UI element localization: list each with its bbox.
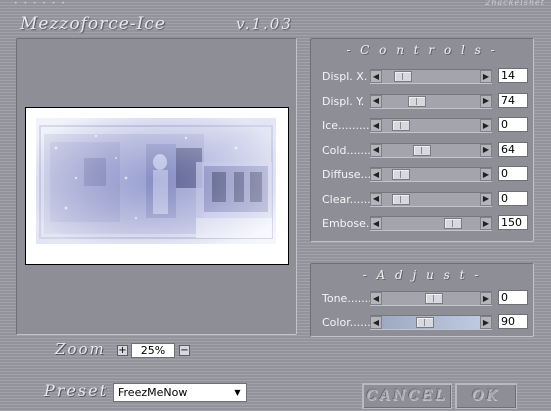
zoom-out-button[interactable]: −	[179, 345, 190, 356]
slider-value-field[interactable]: 90	[498, 314, 528, 329]
chevron-down-icon[interactable]: ▼	[231, 386, 244, 399]
titlebar-dots: • • • • • •	[14, 0, 67, 7]
zoom-value-field[interactable]: 25%	[131, 343, 175, 358]
slider-label: Diffuse....	[322, 168, 375, 181]
slider-row: Displ. Y. ◀ ▶ 74	[311, 92, 533, 109]
slider-thumb[interactable]	[425, 293, 443, 304]
slider-row: Ice......... ◀ ▶ 0	[311, 117, 533, 133]
slider-value-field[interactable]: 0	[498, 290, 528, 305]
preview-image[interactable]	[36, 118, 276, 244]
slider-value-field[interactable]: 14	[498, 68, 528, 83]
arrow-left-icon[interactable]: ◀	[370, 119, 382, 132]
arrow-right-icon[interactable]: ▶	[480, 292, 492, 305]
slider-track[interactable]: ◀ ▶	[370, 118, 492, 133]
slider-thumb[interactable]	[444, 218, 462, 229]
slider-track[interactable]: ◀ ▶	[370, 167, 492, 182]
slider-track[interactable]: ◀ ▶	[370, 315, 492, 330]
slider-thumb[interactable]	[392, 120, 410, 131]
zoom-label: Zoom	[55, 340, 106, 358]
preset-selected-value: FreezMeNow	[118, 386, 188, 399]
arrow-right-icon[interactable]: ▶	[480, 70, 492, 83]
slider-label: Displ. X.	[322, 70, 368, 83]
slider-thumb[interactable]	[392, 193, 410, 205]
arrow-right-icon[interactable]: ▶	[480, 192, 492, 206]
slider-thumb[interactable]	[416, 317, 434, 328]
preset-dropdown[interactable]: FreezMeNow ▼	[113, 383, 247, 402]
arrow-right-icon[interactable]: ▶	[480, 168, 492, 181]
slider-label: Ice.........	[322, 119, 370, 132]
arrow-left-icon[interactable]: ◀	[370, 168, 382, 181]
arrow-left-icon[interactable]: ◀	[370, 192, 382, 206]
arrow-left-icon[interactable]: ◀	[370, 217, 382, 230]
slider-label: Clear.......	[322, 192, 375, 206]
preview-panel	[16, 38, 297, 335]
controls-panel: - C o n t r o l s - Displ. X. ◀ ▶ 14 Displ. …	[310, 38, 534, 242]
slider-track[interactable]: ◀ ▶	[370, 191, 492, 207]
slider-row: Cold....... ◀ ▶ 64	[311, 141, 533, 158]
slider-row: Color....... ◀ ▶ 90	[311, 314, 533, 330]
arrow-right-icon[interactable]: ▶	[480, 94, 492, 108]
slider-track[interactable]: ◀ ▶	[370, 142, 492, 158]
arrow-right-icon[interactable]: ▶	[480, 143, 492, 157]
arrow-left-icon[interactable]: ◀	[370, 143, 382, 157]
slider-value-field[interactable]: 0	[498, 190, 528, 206]
slider-thumb[interactable]	[413, 144, 431, 156]
slider-row: Diffuse.... ◀ ▶ 0	[311, 166, 533, 182]
slider-track[interactable]: ◀ ▶	[370, 216, 492, 231]
slider-label: Displ. Y.	[322, 94, 365, 108]
adjust-heading: - A d j u s t -	[362, 268, 482, 282]
arrow-left-icon[interactable]: ◀	[370, 292, 382, 305]
cancel-button[interactable]: CANCEL	[362, 383, 452, 409]
app-title: Mezzoforce-Ice	[20, 14, 166, 34]
zoom-in-button[interactable]: +	[117, 345, 128, 356]
slider-thumb[interactable]	[394, 71, 412, 82]
slider-thumb[interactable]	[408, 95, 426, 107]
arrow-left-icon[interactable]: ◀	[370, 316, 382, 329]
arrow-right-icon[interactable]: ▶	[480, 119, 492, 132]
arrow-right-icon[interactable]: ▶	[480, 316, 492, 329]
adjust-panel: - A d j u s t - Tone....... ◀ ▶ 0 Color.....…	[310, 263, 534, 337]
slider-track[interactable]: ◀ ▶	[370, 69, 492, 84]
preview-frame	[25, 107, 289, 265]
app-version: v.1.03	[236, 15, 293, 33]
arrow-left-icon[interactable]: ◀	[370, 70, 382, 83]
ok-button[interactable]: OK	[455, 383, 517, 409]
slider-track[interactable]: ◀ ▶	[370, 93, 492, 109]
slider-value-field[interactable]: 0	[498, 117, 528, 132]
preset-label: Preset	[44, 381, 108, 400]
controls-heading: - C o n t r o l s -	[346, 43, 498, 57]
slider-row: Tone....... ◀ ▶ 0	[311, 290, 533, 306]
slider-value-field[interactable]: 64	[498, 141, 528, 157]
slider-value-field[interactable]: 0	[498, 166, 528, 181]
slider-label: Embose.	[322, 217, 370, 230]
arrow-right-icon[interactable]: ▶	[480, 217, 492, 230]
slider-row: Clear....... ◀ ▶ 0	[311, 190, 533, 207]
slider-row: Displ. X. ◀ ▶ 14	[311, 68, 533, 84]
slider-label: Color.......	[322, 316, 375, 329]
slider-value-field[interactable]: 74	[498, 92, 528, 108]
slider-label: Tone.......	[322, 292, 372, 305]
arrow-left-icon[interactable]: ◀	[370, 94, 382, 108]
slider-row: Embose. ◀ ▶ 150	[311, 215, 533, 231]
slider-track[interactable]: ◀ ▶	[370, 291, 492, 306]
slider-thumb[interactable]	[392, 169, 410, 180]
slider-value-field[interactable]: 150	[498, 215, 528, 230]
titlebar-caption: 2nackelsnet	[485, 0, 545, 7]
slider-label: Cold.......	[322, 143, 371, 157]
